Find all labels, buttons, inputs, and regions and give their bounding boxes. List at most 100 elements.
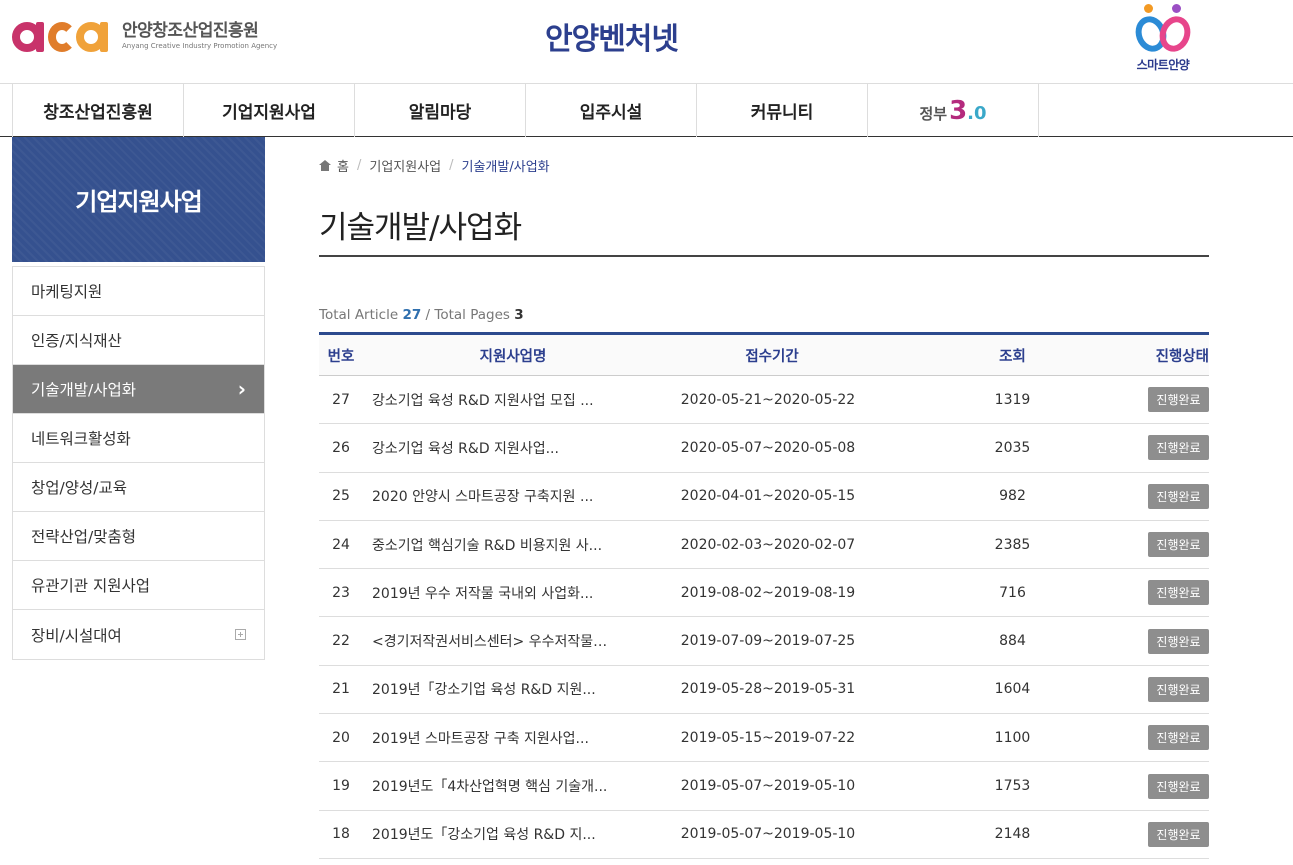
gov30-decimal: .0	[967, 102, 987, 124]
status-badge: 진행완료	[1148, 387, 1209, 413]
row-number: 26	[332, 439, 350, 456]
gov30-number: 3	[949, 95, 968, 126]
row-hits: 2385	[994, 536, 1031, 553]
page-title: 기술개발/사업화	[319, 210, 522, 246]
gov30-logo: 정부 3 .0	[919, 98, 986, 124]
row-title-link[interactable]: 2019년 스마트공장 구축 지원사업...	[363, 728, 655, 748]
row-title-link[interactable]: 강소기업 육성 R&D 지원사업...	[363, 438, 655, 458]
row-hits: 884	[999, 633, 1026, 650]
row-title-link[interactable]: 중소기업 핵심기술 R&D 비용지원 사...	[363, 535, 655, 555]
table-header: 번호 지원사업명 접수기간 조회 진행상태	[319, 335, 1209, 376]
row-number: 23	[332, 584, 350, 601]
article-count: 27	[402, 307, 422, 323]
aca-logo[interactable]: 안양창조산업진흥원 Anyang Creative Industry Promo…	[12, 16, 277, 56]
nav-item-gov30[interactable]: 정부 3 .0	[868, 84, 1039, 137]
row-title-link[interactable]: <경기저작권서비스센터> 우수저작물…	[363, 631, 655, 651]
row-period: 2019-08-02~2019-08-19	[680, 584, 856, 601]
home-icon[interactable]	[319, 160, 331, 171]
main-navigation: 창조산업진흥원 기업지원사업 알림마당 입주시설 커뮤니티 정부 3 .0	[0, 83, 1293, 137]
lnb-item-startup[interactable]: 창업/양성/교육	[13, 463, 264, 512]
status-badge: 진행완료	[1148, 532, 1209, 558]
lnb-item-strategy[interactable]: 전략산업/맞춤형	[13, 512, 264, 561]
col-number: 번호	[327, 348, 355, 365]
row-number: 18	[332, 826, 350, 843]
heart-icon	[1130, 2, 1196, 57]
row-hits: 2035	[994, 439, 1031, 456]
row-title-link[interactable]: 강소기업 육성 R&D 지원사업 모집 ...	[363, 390, 655, 410]
logo-subtitle: Anyang Creative Industry Promotion Agenc…	[122, 42, 278, 50]
nav-item-agency[interactable]: 창조산업진흥원	[13, 84, 184, 137]
row-period: 2020-02-03~2020-02-07	[680, 536, 856, 553]
row-number: 27	[332, 391, 350, 408]
row-title-link[interactable]: 2019년도「강소기업 육성 R&D 지...	[363, 824, 655, 844]
lnb-item-ip[interactable]: 인증/지식재산	[13, 316, 264, 365]
status-badge: 진행완료	[1148, 580, 1209, 606]
table-row[interactable]: 20 2019년 스마트공장 구축 지원사업... 2019-05-15~2019-…	[319, 714, 1209, 763]
smart-anyang-logo[interactable]: 스마트안양	[1128, 2, 1198, 74]
nav-item-facility[interactable]: 입주시설	[526, 84, 697, 137]
row-title-link[interactable]: 2019년「강소기업 육성 R&D 지원...	[363, 679, 655, 699]
lnb-item-tech[interactable]: 기술개발/사업화 ›	[13, 365, 264, 414]
site-header: 안양창조산업진흥원 Anyang Creative Industry Promo…	[0, 0, 1293, 82]
article-summary: Total Article 27 / Total Pages 3	[319, 307, 524, 323]
row-period: 2020-05-07~2020-05-08	[680, 439, 856, 456]
row-number: 24	[332, 536, 350, 553]
chevron-right-icon: ›	[237, 377, 246, 401]
table-row[interactable]: 21 2019년「강소기업 육성 R&D 지원... 2019-05-28~2019…	[319, 666, 1209, 715]
status-badge: 진행완료	[1148, 676, 1209, 702]
row-title-link[interactable]: 2019년 우수 저작물 국내외 사업화...	[363, 583, 655, 603]
row-title-link[interactable]: 2020 안양시 스마트공장 구축지원 ...	[363, 486, 655, 506]
row-period: 2020-05-21~2020-05-22	[680, 391, 856, 408]
col-period: 접수기간	[745, 348, 799, 365]
breadcrumb-home[interactable]: 홈	[337, 156, 349, 175]
logo-title: 안양창조산업진흥원	[122, 21, 259, 41]
board-table: 번호 지원사업명 접수기간 조회 진행상태 27 강소기업 육성 R&D 지원사업…	[319, 332, 1209, 859]
row-hits: 1319	[994, 391, 1031, 408]
row-number: 20	[332, 729, 350, 746]
nav-item-support[interactable]: 기업지원사업	[184, 84, 355, 137]
table-row[interactable]: 24 중소기업 핵심기술 R&D 비용지원 사... 2020-02-03~2020…	[319, 521, 1209, 570]
lnb-item-network[interactable]: 네트워크활성화	[13, 414, 264, 463]
row-number: 19	[332, 778, 350, 795]
lnb-item-equipment[interactable]: 장비/시설대여	[13, 610, 264, 659]
site-title[interactable]: 안양벤처넷	[545, 14, 679, 58]
nav-item-notice[interactable]: 알림마당	[355, 84, 526, 137]
row-period: 2019-07-09~2019-07-25	[680, 633, 856, 650]
row-period: 2019-05-28~2019-05-31	[680, 681, 856, 698]
row-period: 2019-05-07~2019-05-10	[680, 826, 856, 843]
table-row[interactable]: 22 <경기저작권서비스센터> 우수저작물… 2019-07-09~2019-07-…	[319, 617, 1209, 666]
col-hits: 조회	[999, 348, 1026, 365]
row-period: 2019-05-07~2019-05-10	[680, 778, 856, 795]
row-number: 21	[332, 681, 350, 698]
lnb-title: 기업지원사업	[12, 137, 265, 262]
table-row[interactable]: 25 2020 안양시 스마트공장 구축지원 ... 2020-04-01~2020…	[319, 473, 1209, 521]
row-hits: 1604	[994, 681, 1031, 698]
table-row[interactable]: 23 2019년 우수 저작물 국내외 사업화... 2019-08-02~2019…	[319, 569, 1209, 618]
status-badge: 진행완료	[1148, 725, 1209, 751]
row-hits: 1100	[994, 729, 1031, 746]
status-badge: 진행완료	[1148, 821, 1209, 847]
nav-item-community[interactable]: 커뮤니티	[697, 84, 868, 137]
row-hits: 1753	[994, 778, 1031, 795]
breadcrumb-support[interactable]: 기업지원사업	[369, 156, 441, 175]
row-title-link[interactable]: 2019년도「4차산업혁명 핵심 기술개...	[363, 776, 655, 796]
status-badge: 진행완료	[1148, 628, 1209, 654]
row-hits: 982	[999, 488, 1026, 505]
row-number: 22	[332, 633, 350, 650]
plus-icon[interactable]	[235, 629, 246, 640]
title-divider	[319, 255, 1209, 257]
col-title: 지원사업명	[479, 348, 547, 365]
side-menu: 마케팅지원 인증/지식재산 기술개발/사업화 › 네트워크활성화 창업/양성/교육…	[12, 266, 265, 660]
status-badge: 진행완료	[1148, 773, 1209, 799]
breadcrumb-current[interactable]: 기술개발/사업화	[462, 156, 550, 175]
row-hits: 2148	[994, 826, 1031, 843]
table-row[interactable]: 19 2019년도「4차산업혁명 핵심 기술개... 2019-05-07~2019…	[319, 762, 1209, 811]
table-row[interactable]: 27 강소기업 육성 R&D 지원사업 모집 ... 2020-05-21~2020…	[319, 376, 1209, 425]
lnb-item-marketing[interactable]: 마케팅지원	[13, 267, 264, 316]
table-row[interactable]: 18 2019년도「강소기업 육성 R&D 지... 2019-05-07~2019…	[319, 811, 1209, 859]
table-row[interactable]: 26 강소기업 육성 R&D 지원사업... 2020-05-07~2020-05-…	[319, 424, 1209, 473]
gov30-label: 정부	[919, 104, 948, 123]
status-badge: 진행완료	[1148, 435, 1209, 461]
lnb-item-related[interactable]: 유관기관 지원사업	[13, 561, 264, 610]
status-badge: 진행완료	[1148, 483, 1209, 509]
